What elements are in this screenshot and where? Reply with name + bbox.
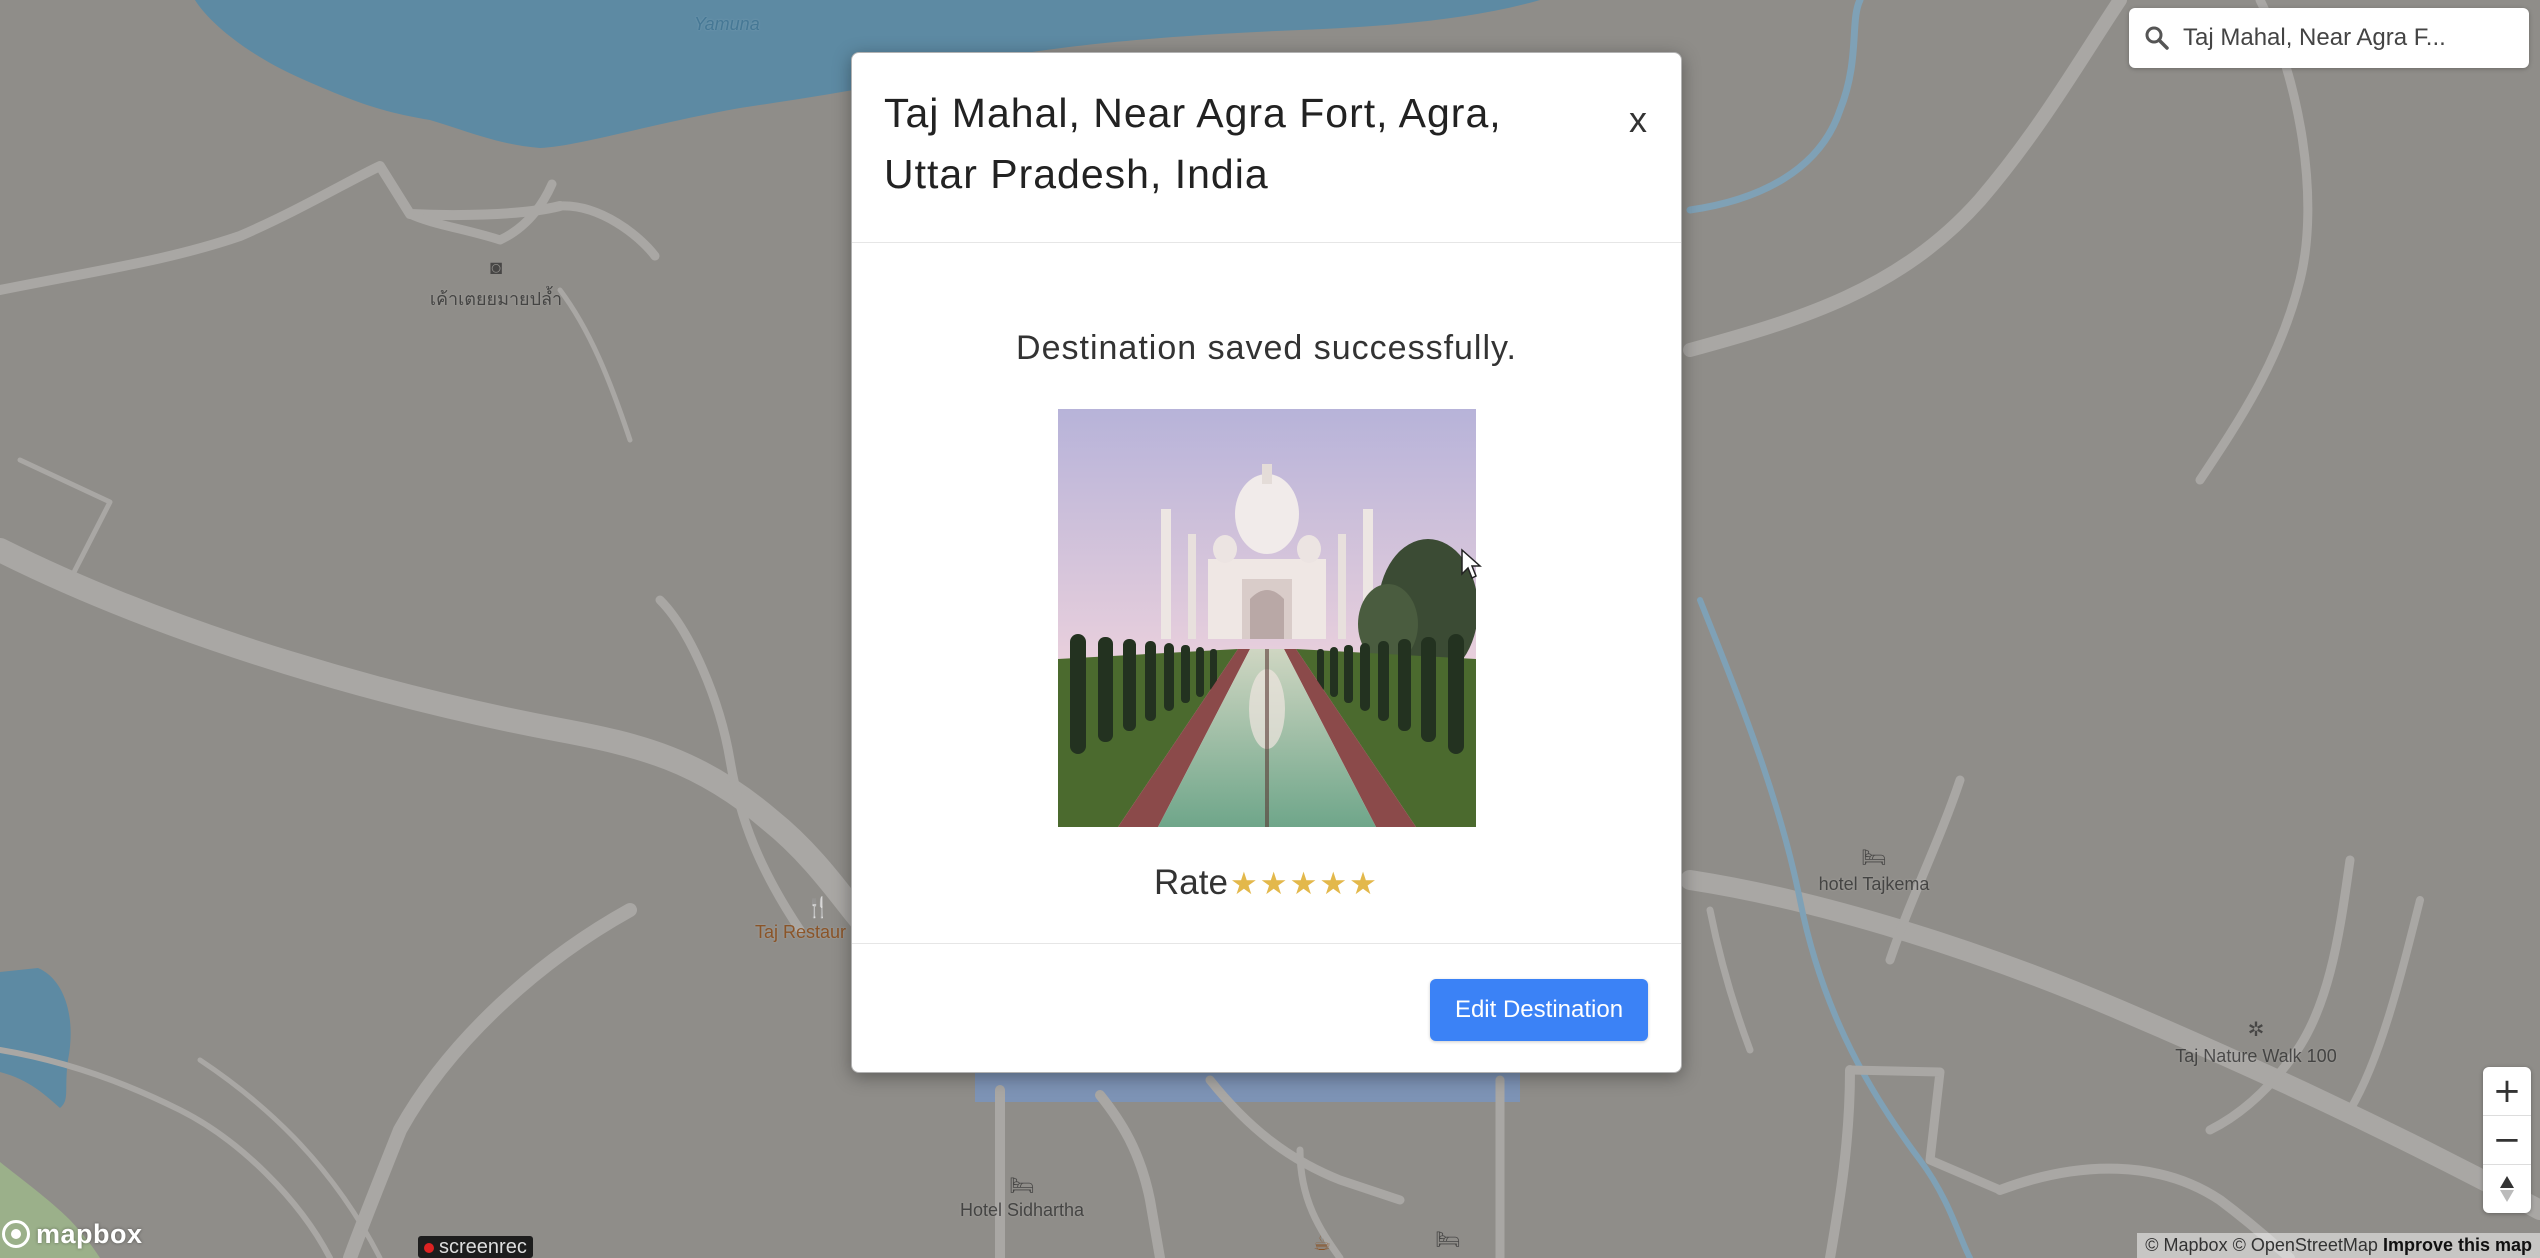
map-attribution: © Mapbox © OpenStreetMap Improve this ma… [2137, 1233, 2540, 1258]
modal-header: Taj Mahal, Near Agra Fort, Agra, Uttar P… [852, 53, 1681, 243]
mapbox-attribution-link[interactable]: © Mapbox [2145, 1235, 2227, 1255]
destination-modal: Taj Mahal, Near Agra Fort, Agra, Uttar P… [851, 52, 1682, 1073]
star-icon[interactable]: ★ [1290, 866, 1320, 901]
star-rating[interactable]: ★★★★★ [1230, 863, 1379, 903]
mapbox-logo[interactable]: mapbox [2, 1214, 143, 1254]
modal-title: Taj Mahal, Near Agra Fort, Agra, Uttar P… [884, 90, 1502, 197]
star-icon[interactable]: ★ [1349, 866, 1379, 901]
bed-icon[interactable]: 🛏 [1861, 848, 1886, 868]
mapbox-logo-icon [2, 1220, 30, 1248]
zoom-in-button[interactable]: + [2483, 1067, 2531, 1116]
map-controls: + − [2483, 1067, 2531, 1213]
screenrec-watermark: screenrec [418, 1236, 533, 1258]
star-icon[interactable]: ★ [1260, 866, 1290, 901]
screenrec-text: screenrec [439, 1236, 527, 1258]
mapbox-logo-text: mapbox [36, 1218, 143, 1249]
cafe-icon[interactable]: ☕ [1313, 1234, 1331, 1254]
mouse-cursor-icon [1461, 548, 1482, 580]
improve-map-link[interactable]: Improve this map [2383, 1235, 2532, 1255]
modal-footer: Edit Destination [852, 943, 1681, 1074]
rating: Rate★★★★★ [852, 863, 1681, 903]
river-label: Yamuna [694, 14, 760, 34]
destination-photo [1058, 409, 1476, 827]
pond-water [0, 968, 71, 1108]
bed-icon[interactable]: 🛏 [1435, 1230, 1460, 1250]
thai-poi-label[interactable]: เค้าเตยยมายปล้ำ [430, 284, 562, 313]
modal-body: Destination saved successfully. Rate★★★★… [852, 243, 1681, 995]
hotel-sidhartha-label[interactable]: Hotel Sidhartha [960, 1200, 1084, 1221]
compass-icon [2500, 1176, 2514, 1202]
park-icon[interactable]: ✲ [2248, 1020, 2265, 1040]
star-icon[interactable]: ★ [1319, 866, 1349, 901]
close-button[interactable]: x [1629, 99, 1647, 141]
record-icon [424, 1243, 434, 1253]
camera-icon[interactable]: ◙ [490, 258, 502, 278]
restaurant-icon[interactable]: 🍴 [806, 898, 831, 918]
star-icon[interactable]: ★ [1230, 866, 1260, 901]
edit-destination-button[interactable]: Edit Destination [1430, 979, 1648, 1041]
search-input[interactable] [2181, 23, 2505, 53]
nature-walk-label[interactable]: Taj Nature Walk 100 [2175, 1046, 2336, 1067]
compass-button[interactable] [2483, 1165, 2531, 1213]
restaurant-label[interactable]: Taj Restaur [755, 922, 846, 943]
zoom-out-button[interactable]: − [2483, 1116, 2531, 1165]
rate-label: Rate [1154, 863, 1228, 902]
hotel-tajkema-label[interactable]: hotel Tajkema [1819, 874, 1930, 895]
highlight-area [975, 1072, 1520, 1102]
success-message: Destination saved successfully. [1016, 329, 1517, 367]
search-box[interactable] [2129, 8, 2529, 68]
bed-icon[interactable]: 🛏 [1009, 1176, 1034, 1196]
osm-attribution-link[interactable]: © OpenStreetMap [2233, 1235, 2378, 1255]
search-icon [2143, 24, 2171, 52]
